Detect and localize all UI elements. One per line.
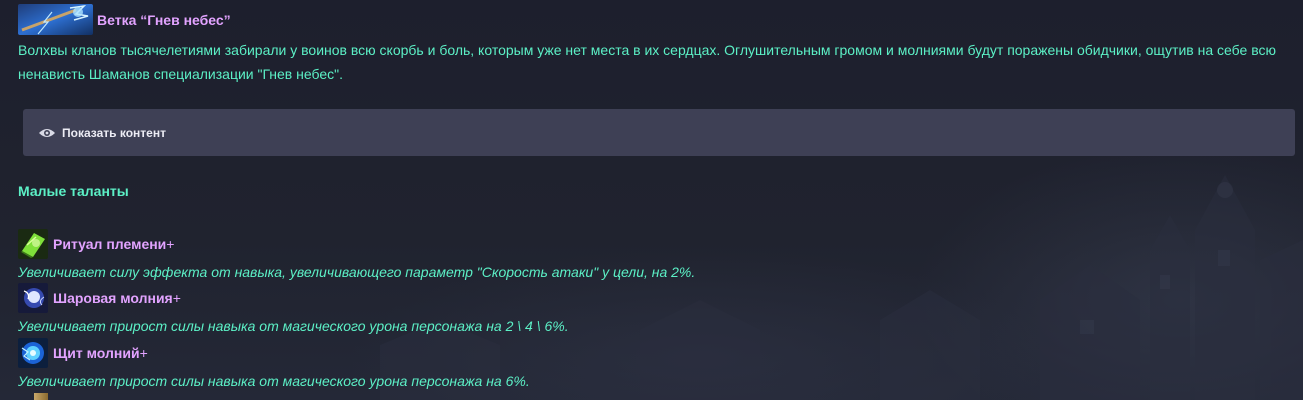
talent-heading: Щит молний + [18,338,148,368]
talent-heading: Шаровая молния + [18,283,181,313]
talent-description: Увеличивает прирост силы навыка от магич… [18,318,569,334]
article-content: Ветка “Гнев небес” Волхвы кланов тысячел… [0,0,1303,400]
talent-plus: + [172,290,181,306]
talent-name: Шаровая молния [53,290,173,306]
show-content-label: Показать контент [62,125,166,140]
talent-plus: + [139,345,148,361]
talent-plus: + [166,236,175,252]
lightning-staff-icon [18,4,93,35]
branch-description: Волхвы кланов тысячелетиями забирали у в… [18,42,1276,82]
lightning-shield-icon [18,338,48,368]
talent-description: Увеличивает прирост силы навыка от магич… [18,373,530,389]
branch-heading: Ветка “Гнев небес” [18,4,231,35]
green-tome-icon [18,229,48,259]
ball-lightning-icon [18,283,48,313]
talent-name: Ритуал племени [53,236,167,252]
talent-icon-partial [34,393,48,400]
show-content-button[interactable]: Показать контент [23,109,1295,156]
talent-description: Увеличивает силу эффекта от навыка, увел… [18,264,696,280]
eye-icon [39,128,55,137]
branch-title: Ветка “Гнев небес” [97,11,231,28]
talent-heading: Ритуал племени + [18,229,174,259]
minor-talents-title: Малые таланты [18,183,129,199]
talent-name: Щит молний [53,345,140,361]
